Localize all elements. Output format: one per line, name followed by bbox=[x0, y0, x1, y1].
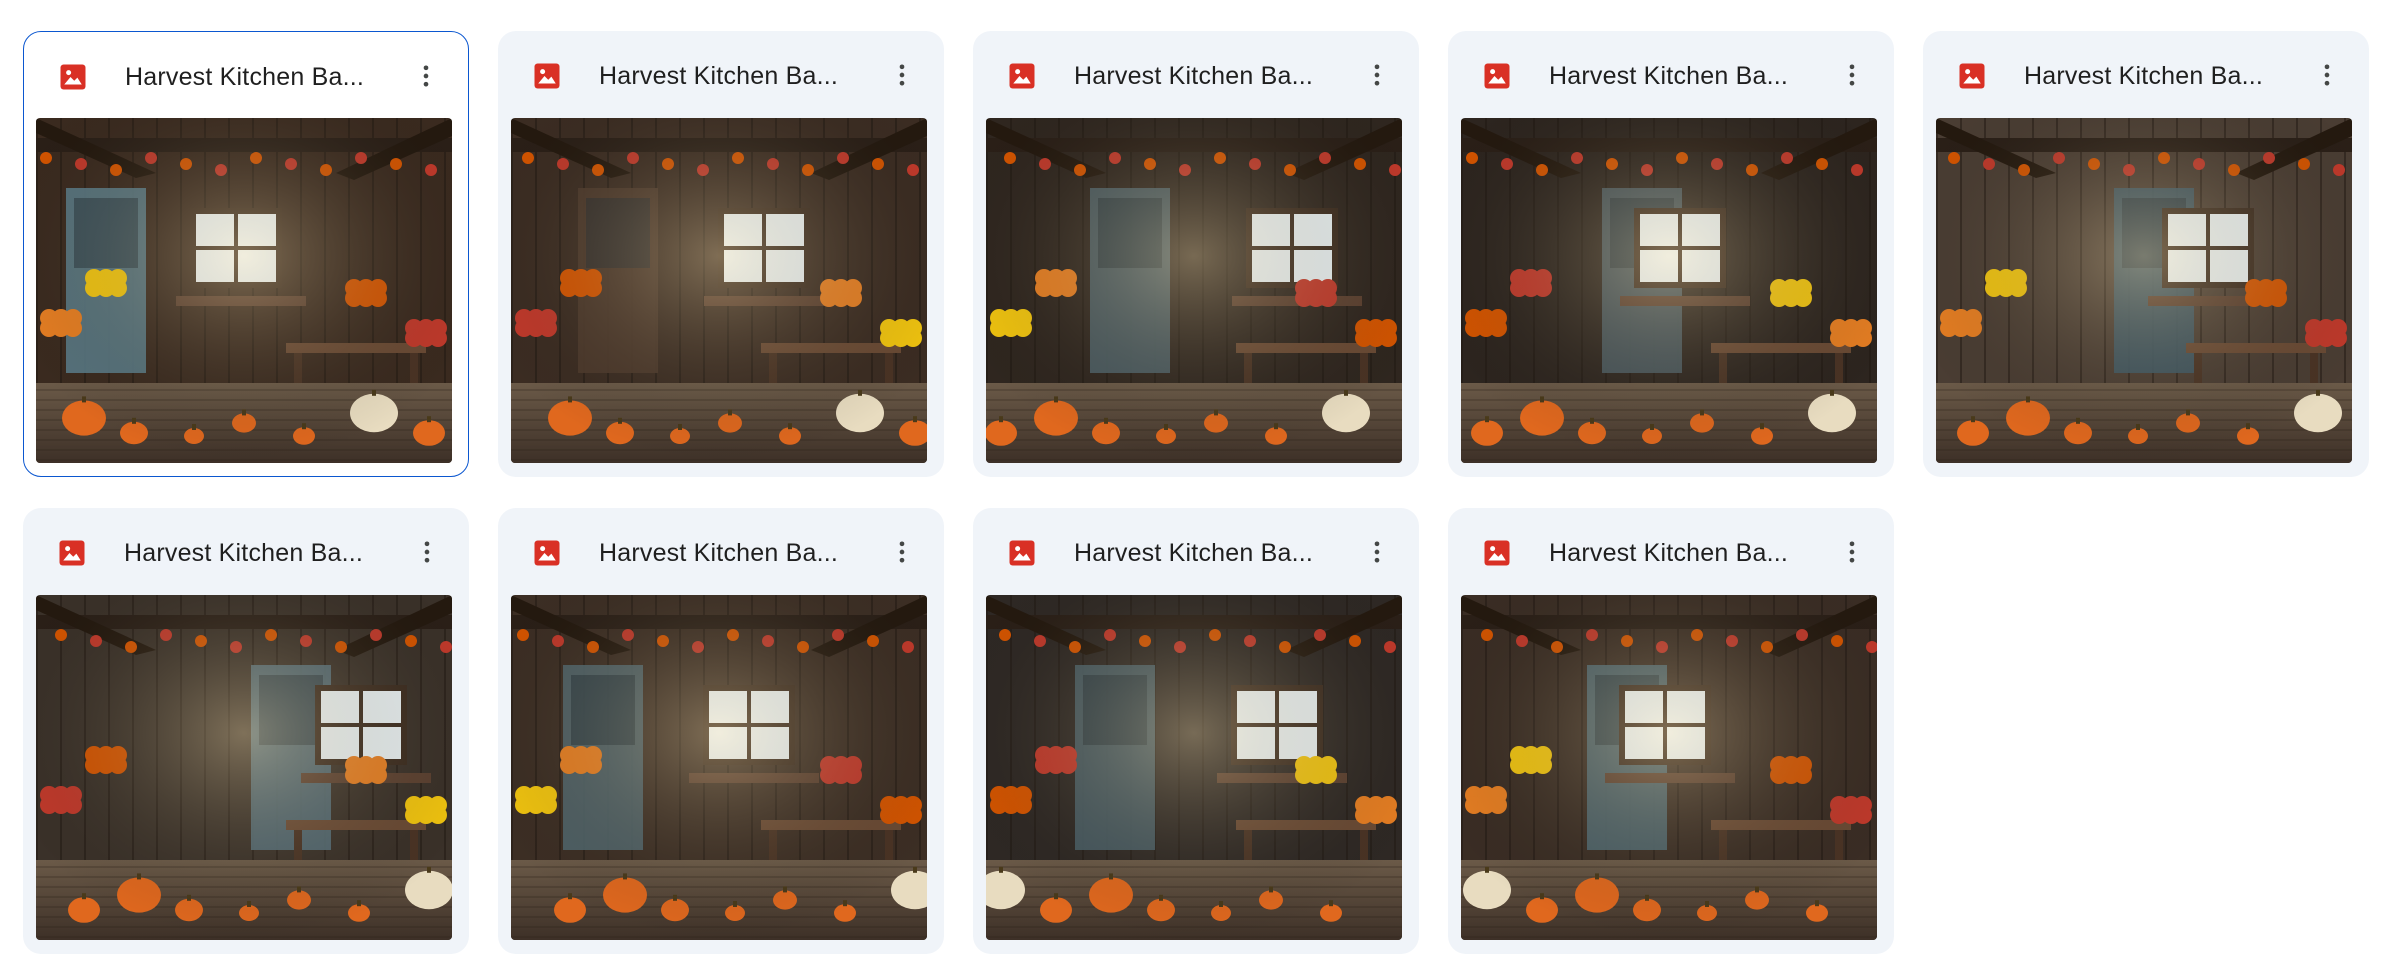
file-name: Harvest Kitchen Ba... bbox=[124, 539, 364, 567]
more-actions-button[interactable] bbox=[407, 532, 447, 572]
more-actions-button[interactable] bbox=[406, 56, 446, 96]
file-card[interactable]: Harvest Kitchen Ba... bbox=[973, 31, 1419, 477]
more-vert-icon bbox=[413, 538, 441, 566]
file-thumbnail[interactable] bbox=[36, 118, 452, 463]
image-file-icon bbox=[57, 538, 87, 568]
file-thumbnail[interactable] bbox=[1461, 595, 1877, 940]
more-actions-button[interactable] bbox=[1357, 55, 1397, 95]
file-name: Harvest Kitchen Ba... bbox=[2024, 62, 2264, 90]
file-card-header: Harvest Kitchen Ba... bbox=[498, 31, 944, 118]
file-thumbnail[interactable] bbox=[511, 595, 927, 940]
file-card[interactable]: Harvest Kitchen Ba... bbox=[1448, 31, 1894, 477]
image-file-icon bbox=[1482, 538, 1512, 568]
more-vert-icon bbox=[1838, 61, 1866, 89]
image-file-icon bbox=[1482, 61, 1512, 91]
more-vert-icon bbox=[888, 538, 916, 566]
file-grid: Harvest Kitchen Ba... Harvest Kitchen Ba.… bbox=[23, 31, 2369, 954]
more-vert-icon bbox=[2313, 61, 2341, 89]
file-card[interactable]: Harvest Kitchen Ba... bbox=[973, 508, 1419, 954]
file-card[interactable]: Harvest Kitchen Ba... bbox=[1448, 508, 1894, 954]
file-card-header: Harvest Kitchen Ba... bbox=[23, 508, 469, 595]
file-name: Harvest Kitchen Ba... bbox=[599, 539, 839, 567]
more-actions-button[interactable] bbox=[1357, 532, 1397, 572]
file-card-header: Harvest Kitchen Ba... bbox=[24, 32, 468, 119]
more-vert-icon bbox=[1363, 61, 1391, 89]
file-thumbnail[interactable] bbox=[1936, 118, 2352, 463]
file-name: Harvest Kitchen Ba... bbox=[599, 62, 839, 90]
more-actions-button[interactable] bbox=[1832, 55, 1872, 95]
file-card-header: Harvest Kitchen Ba... bbox=[973, 31, 1419, 118]
image-file-icon bbox=[1007, 61, 1037, 91]
file-card-header: Harvest Kitchen Ba... bbox=[1448, 31, 1894, 118]
file-card-header: Harvest Kitchen Ba... bbox=[973, 508, 1419, 595]
more-vert-icon bbox=[888, 61, 916, 89]
file-thumbnail[interactable] bbox=[1461, 118, 1877, 463]
file-card[interactable]: Harvest Kitchen Ba... bbox=[498, 508, 944, 954]
file-thumbnail[interactable] bbox=[986, 595, 1402, 940]
image-file-icon bbox=[58, 62, 88, 92]
more-actions-button[interactable] bbox=[1832, 532, 1872, 572]
file-card-header: Harvest Kitchen Ba... bbox=[1448, 508, 1894, 595]
image-file-icon bbox=[532, 538, 562, 568]
file-card[interactable]: Harvest Kitchen Ba... bbox=[23, 508, 469, 954]
file-thumbnail[interactable] bbox=[511, 118, 927, 463]
more-vert-icon bbox=[1838, 538, 1866, 566]
file-name: Harvest Kitchen Ba... bbox=[1074, 62, 1314, 90]
file-card-header: Harvest Kitchen Ba... bbox=[498, 508, 944, 595]
more-actions-button[interactable] bbox=[882, 532, 922, 572]
file-card[interactable]: Harvest Kitchen Ba... bbox=[498, 31, 944, 477]
file-name: Harvest Kitchen Ba... bbox=[125, 63, 365, 91]
file-card[interactable]: Harvest Kitchen Ba... bbox=[1923, 31, 2369, 477]
image-file-icon bbox=[1007, 538, 1037, 568]
file-thumbnail[interactable] bbox=[986, 118, 1402, 463]
file-name: Harvest Kitchen Ba... bbox=[1074, 539, 1314, 567]
more-actions-button[interactable] bbox=[2307, 55, 2347, 95]
image-file-icon bbox=[532, 61, 562, 91]
more-vert-icon bbox=[412, 62, 440, 90]
file-name: Harvest Kitchen Ba... bbox=[1549, 539, 1789, 567]
more-actions-button[interactable] bbox=[882, 55, 922, 95]
image-file-icon bbox=[1957, 61, 1987, 91]
file-thumbnail[interactable] bbox=[36, 595, 452, 940]
file-card-header: Harvest Kitchen Ba... bbox=[1923, 31, 2369, 118]
file-card[interactable]: Harvest Kitchen Ba... bbox=[23, 31, 469, 477]
more-vert-icon bbox=[1363, 538, 1391, 566]
file-name: Harvest Kitchen Ba... bbox=[1549, 62, 1789, 90]
